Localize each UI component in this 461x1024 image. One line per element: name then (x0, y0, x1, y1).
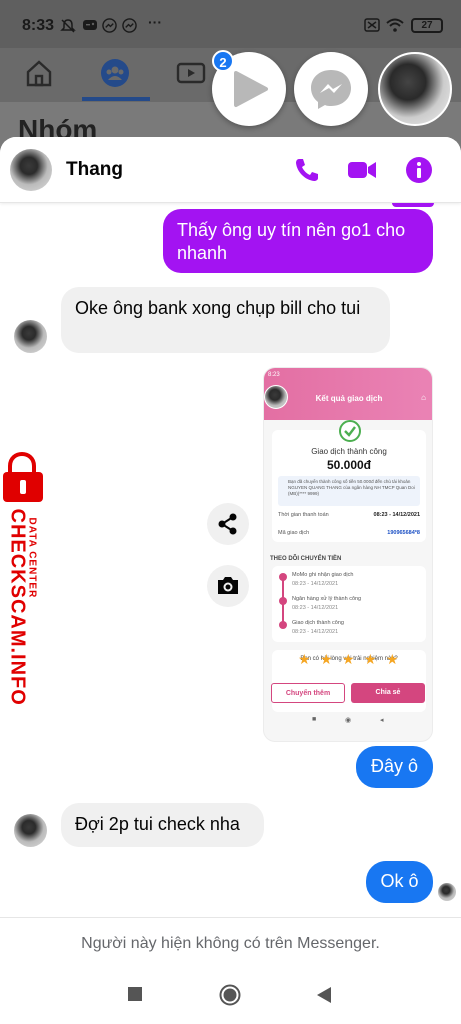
star-icon: ★ (320, 651, 333, 667)
receipt-nav-back: ◂ (380, 717, 384, 724)
star-icon: ★ (364, 651, 377, 667)
chat-head-messenger[interactable] (294, 52, 368, 126)
step-label: MoMo ghi nhận giao dịch (292, 572, 354, 578)
step-label: Ngân hàng xử lý thành công (292, 596, 362, 602)
more-indicator: ··· (148, 14, 162, 30)
recents-button[interactable] (127, 986, 143, 1007)
star-icon: ★ (342, 651, 355, 667)
info-icon[interactable] (404, 155, 434, 185)
video-call-icon[interactable] (346, 155, 376, 185)
gamepad-icon (82, 18, 98, 35)
chat-header: Thang (0, 137, 461, 203)
receipt-code-value: 190965684*8 (387, 530, 420, 536)
receipt-amount: 50.000đ (326, 458, 372, 472)
messenger-icon (102, 18, 117, 36)
message-bubble-out[interactable]: Thấy ông uy tín nên go1 cho nhanh (163, 209, 433, 273)
sender-avatar[interactable] (14, 814, 47, 847)
sender-avatar[interactable] (14, 320, 47, 353)
receipt-nav-circle: ◉ (345, 717, 352, 724)
active-tab-underline (82, 97, 150, 101)
status-time: 8:33 (22, 17, 55, 34)
step-dot (279, 621, 287, 629)
receipt-nav-square: ■ (312, 716, 317, 723)
step-label: Giao dịch thành công (292, 620, 344, 626)
receipt-time-value: 08:23 - 14/12/2021 (373, 512, 420, 518)
messenger-icon-2 (122, 18, 137, 36)
phone-icon[interactable] (292, 155, 322, 185)
success-check-icon (339, 420, 361, 442)
home-button[interactable] (219, 984, 241, 1011)
receipt-code-label: Mã giao dịch (278, 530, 310, 536)
step-dot (279, 597, 287, 605)
watermark-line2: CHECKSCAM.INFO (6, 508, 29, 706)
share-button[interactable] (207, 503, 249, 545)
mute-icon (60, 18, 76, 37)
message-bubble-in[interactable]: Đợi 2p tui check nha (61, 803, 264, 847)
receipt-time-label: Thời gian thanh toán (278, 512, 329, 518)
star-icon: ★ (298, 651, 311, 667)
camera-icon (218, 577, 238, 594)
receipt-summary-card: Giao dịch thành công 50.000đ Bạn đã chuy… (272, 420, 426, 542)
system-nav-bar (0, 968, 461, 1024)
chat-panel: Thang Thấy ông uy tín nên go1 cho nhanh … (0, 137, 461, 968)
step-dot (279, 573, 287, 581)
watermark-line1: DATA CENTER (26, 517, 38, 599)
receipt-tracking-title: THEO DÕI CHUYỂN TIỀN (270, 556, 342, 562)
step-time: 08:23 - 14/12/2021 (292, 605, 339, 611)
chat-head-badge: 2 (212, 50, 234, 72)
chat-head-user-avatar[interactable] (378, 52, 452, 126)
receipt-notice: Bạn đã chuyển thành công số tiền 50.000đ… (278, 476, 420, 506)
receipt-code-row: Mã giao dịch 190965684*8 (278, 530, 420, 536)
share-icon (218, 513, 237, 535)
back-button[interactable] (316, 986, 332, 1009)
step-time: 08:23 - 14/12/2021 (292, 629, 339, 635)
receipt-header: 8:23 Kết quả giao dịch ⌂ (264, 368, 432, 420)
receipt-steps-card: MoMo ghi nhận giao dịch 08:23 - 14/12/20… (272, 566, 426, 642)
message-bubble-in[interactable]: Oke ông bank xong chụp bill cho tui (61, 287, 390, 353)
camera-button[interactable] (207, 565, 249, 607)
message-bubble-out[interactable]: Đây ô (356, 746, 433, 788)
step-time: 08:23 - 14/12/2021 (292, 581, 339, 587)
watermark: CHECKSCAM.INFO DATA CENTER (0, 451, 52, 706)
receipt-share-button: Chia sẻ (351, 683, 425, 703)
receipt-overlay-avatar (264, 385, 288, 409)
message-bubble-out[interactable]: Ok ô (366, 861, 433, 903)
unavailable-notice: Người này hiện không có trên Messenger. (0, 917, 461, 968)
contact-name[interactable]: Thang (66, 159, 123, 181)
previous-bubble-edge (392, 203, 434, 207)
star-icon: ★ (386, 651, 399, 667)
receipt-image[interactable]: 8:23 Kết quả giao dịch ⌂ Giao dịch thành… (263, 367, 433, 742)
receipt-success-label: Giao dịch thành công (311, 447, 387, 456)
status-bar: 8:33 ··· 27 (0, 0, 461, 48)
receipt-header-title: Kết quả giao dịch (315, 394, 383, 403)
seen-avatar (438, 883, 456, 901)
messenger-icon (311, 70, 351, 109)
contact-avatar[interactable] (10, 149, 52, 191)
sim-icon (364, 18, 380, 35)
receipt-time-row: Thời gian thanh toán 08:23 - 14/12/2021 (278, 512, 420, 518)
wifi-icon (386, 18, 404, 35)
battery-indicator: 27 (411, 18, 443, 33)
receipt-transfer-more-button: Chuyển thêm (271, 683, 345, 703)
receipt-status-time: 8:23 (268, 372, 280, 378)
receipt-home-icon: ⌂ (421, 393, 426, 402)
